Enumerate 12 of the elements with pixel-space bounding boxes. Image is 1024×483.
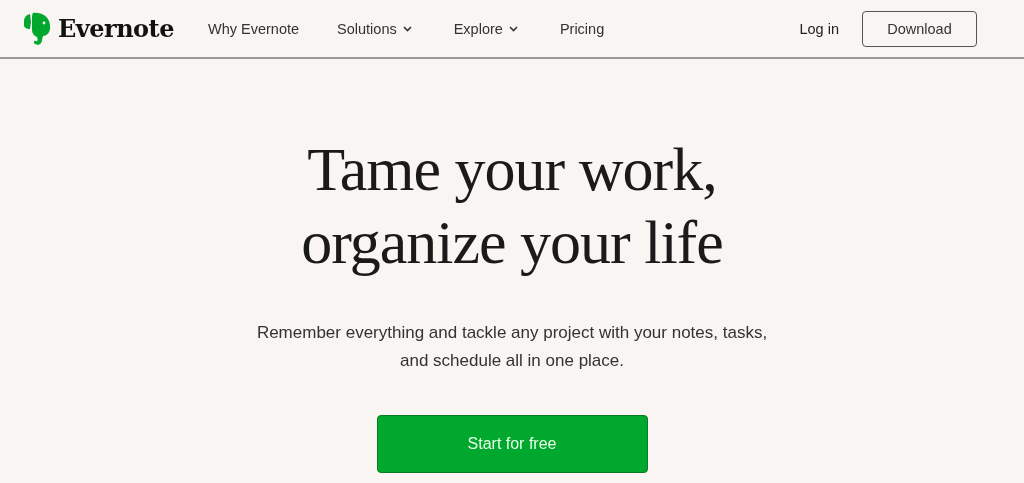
download-button[interactable]: Download (862, 10, 977, 47)
nav-link[interactable]: Solutions (337, 20, 412, 37)
nav-link[interactable]: Explore (453, 20, 518, 37)
nav-link[interactable]: Why Evernote (207, 20, 300, 37)
nav-link[interactable]: Pricing (559, 20, 605, 37)
chevron-down-icon (402, 25, 412, 32)
subtitle: Remember everything and tackle any project with your notes, tasks, and schedule all in one place. (255, 322, 769, 372)
logo-text[interactable]: Evernote (58, 14, 174, 43)
elephant-logo-icon[interactable] (22, 11, 52, 46)
chevron-down-icon (508, 25, 518, 32)
login-link[interactable]: Log in (799, 20, 839, 37)
headline: Tame your work, organize your life (301, 134, 723, 278)
